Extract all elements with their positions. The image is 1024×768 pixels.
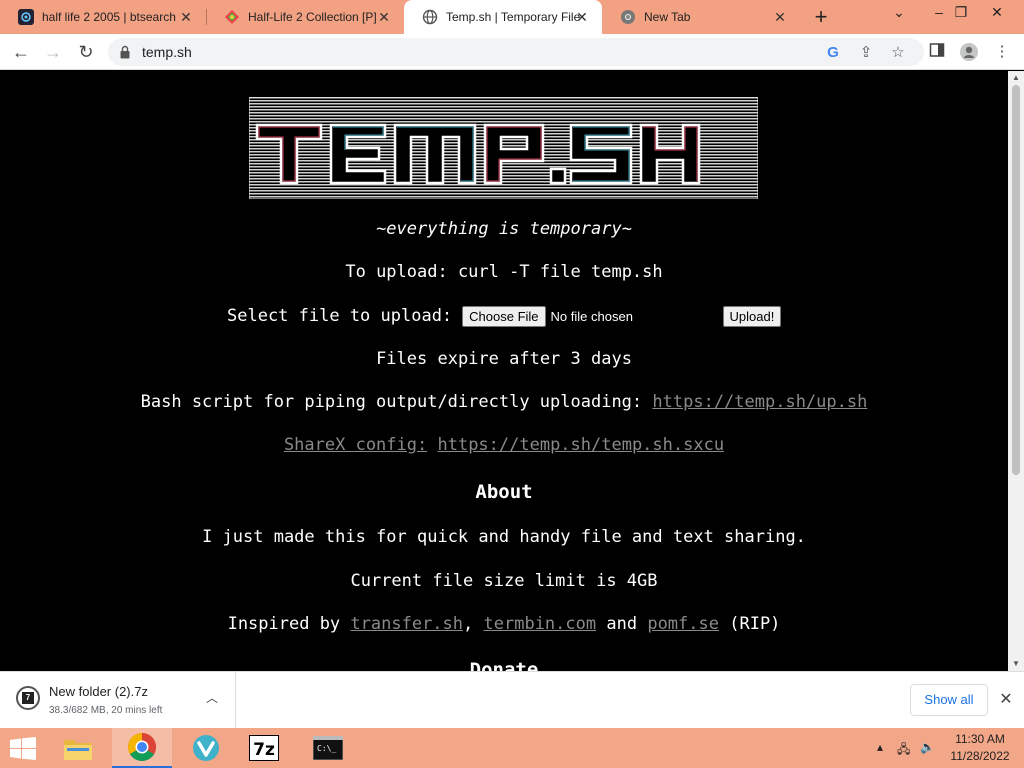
tab-btsearch[interactable]: half life 2 2005 | btsearch ✕: [0, 0, 206, 34]
windows-taskbar: 7z C:\_ ▴ 🖧 🔈 11:30 AM 11/28/2022: [0, 728, 1024, 768]
and-word: and: [606, 614, 638, 634]
inspired-line: Inspired by transfer.sh, termbin.com and…: [0, 614, 1008, 634]
rip-text: (RIP): [729, 614, 781, 634]
close-tab-icon[interactable]: ✕: [376, 9, 392, 25]
show-all-button[interactable]: Show all: [910, 684, 988, 716]
upload-button[interactable]: Upload!: [722, 305, 782, 327]
address-url: temp.sh: [142, 44, 192, 60]
upload-command: To upload: curl -T file temp.sh: [345, 262, 663, 282]
download-item[interactable]: 7 New folder (2).7z 38.3/682 MB, 20 mins…: [0, 672, 236, 728]
volume-icon[interactable]: 🔈: [920, 740, 935, 754]
side-panel-icon[interactable]: [927, 42, 947, 62]
bookmark-star-icon[interactable]: ☆: [889, 44, 907, 62]
menu-kebab-icon[interactable]: ⋮: [992, 42, 1012, 62]
share-icon[interactable]: ⇪: [857, 44, 875, 62]
download-bar: 7 New folder (2).7z 38.3/682 MB, 20 mins…: [0, 671, 1024, 728]
globe-icon: [422, 9, 438, 25]
bash-script-label: Bash script for piping output/directly u…: [140, 392, 643, 412]
close-tab-icon[interactable]: ✕: [574, 9, 590, 25]
expiry-note: Files expire after 3 days: [376, 349, 632, 369]
transfer-sh-link[interactable]: transfer.sh: [350, 614, 463, 634]
btsearch-favicon: [18, 9, 34, 25]
comma: ,: [463, 614, 474, 634]
termbin-link[interactable]: termbin.com: [484, 614, 597, 634]
network-icon[interactable]: 🖧: [897, 740, 910, 761]
inspired-label: Inspired by: [227, 614, 341, 634]
about-text: I just made this for quick and handy fil…: [202, 527, 806, 547]
system-clock[interactable]: 11:30 AM 11/28/2022: [940, 731, 1020, 765]
file-explorer-icon[interactable]: [48, 728, 108, 768]
clock-time: 11:30 AM: [955, 732, 1005, 746]
tab-strip: half life 2 2005 | btsearch ✕ Half-Life …: [0, 0, 1024, 34]
size-limit-text: Current file size limit is 4GB: [350, 571, 658, 591]
lock-icon[interactable]: [120, 45, 130, 59]
tab-title: New Tab: [644, 10, 691, 24]
windows-start-icon[interactable]: [10, 737, 36, 761]
tab-temp-sh[interactable]: Temp.sh | Temporary File ✕: [404, 0, 602, 34]
scrollbar-thumb[interactable]: [1012, 85, 1020, 475]
back-icon[interactable]: ←: [8, 40, 34, 64]
profile-avatar-icon[interactable]: [959, 42, 979, 62]
chrome-taskbar-icon[interactable]: [112, 728, 172, 768]
choose-file-button[interactable]: Choose File: [462, 305, 546, 327]
scroll-up-arrow-icon[interactable]: ▲: [1008, 71, 1024, 85]
tab-search-chevron-icon[interactable]: ⌄: [882, 0, 916, 30]
clock-date: 11/28/2022: [950, 749, 1010, 763]
sharex-config-link[interactable]: https://temp.sh/temp.sh.sxcu: [437, 435, 724, 455]
sharex-line: ShareX config: https://temp.sh/temp.sh.s…: [0, 435, 1008, 455]
temp-sh-logo: [249, 97, 758, 199]
browser-toolbar: ← → ↻ temp.sh G ⇪ ☆ ⋮: [0, 34, 1024, 70]
tab-title: half life 2 2005 | btsearch: [42, 10, 176, 24]
colorful-favicon: [224, 9, 240, 25]
reload-icon[interactable]: ↻: [73, 40, 99, 64]
about-heading: About: [475, 481, 533, 503]
restore-icon[interactable]: ❐: [944, 0, 978, 30]
bash-script-link[interactable]: https://temp.sh/up.sh: [652, 392, 867, 412]
download-status: 38.3/682 MB, 20 mins left: [49, 705, 163, 716]
tab-half-life[interactable]: Half-Life 2 Collection [P] ✕: [206, 0, 404, 34]
page-content: ~everything is temporary~ To upload: cur…: [0, 71, 1008, 671]
tab-new-tab[interactable]: New Tab ✕: [602, 0, 800, 34]
close-tab-icon[interactable]: ✕: [178, 9, 194, 25]
7zip-file-icon: 7: [16, 686, 40, 710]
address-bar[interactable]: temp.sh G ⇪ ☆: [108, 38, 924, 66]
tab-title: Half-Life 2 Collection [P]: [248, 10, 377, 24]
scroll-down-arrow-icon[interactable]: ▼: [1008, 657, 1024, 671]
vivaldi-icon[interactable]: [176, 728, 236, 768]
tab-title: Temp.sh | Temporary File: [446, 10, 581, 24]
close-tab-icon[interactable]: ✕: [772, 9, 788, 25]
page-scrollbar[interactable]: ▲ ▼: [1008, 71, 1024, 671]
7zip-icon[interactable]: 7z: [234, 728, 294, 768]
close-download-bar-icon[interactable]: ✕: [996, 690, 1016, 710]
donate-heading: Donate: [469, 659, 539, 671]
bash-script-line: Bash script for piping output/directly u…: [0, 392, 1008, 412]
chrome-icon: [620, 9, 636, 25]
google-icon[interactable]: G: [824, 44, 842, 62]
tray-chevron-up-icon[interactable]: ▴: [877, 740, 883, 754]
select-file-label: Select file to upload:: [227, 306, 453, 326]
download-filename: New folder (2).7z: [49, 684, 148, 699]
no-file-chosen-text: No file chosen: [550, 308, 633, 324]
close-window-icon[interactable]: ✕: [980, 0, 1014, 30]
new-tab-button[interactable]: +: [808, 5, 834, 29]
forward-icon[interactable]: →: [40, 40, 66, 64]
cmd-icon[interactable]: C:\_: [298, 728, 358, 768]
upload-form: Select file to upload: Choose File No fi…: [227, 305, 782, 327]
chevron-up-icon[interactable]: ︿: [204, 690, 220, 706]
svg-text:7z: 7z: [253, 740, 275, 760]
pomf-link[interactable]: pomf.se: [647, 614, 719, 634]
tagline: ~everything is temporary~: [376, 219, 632, 239]
svg-text:C:\_: C:\_: [317, 744, 336, 753]
sharex-config-link-label[interactable]: ShareX config:: [284, 435, 427, 455]
